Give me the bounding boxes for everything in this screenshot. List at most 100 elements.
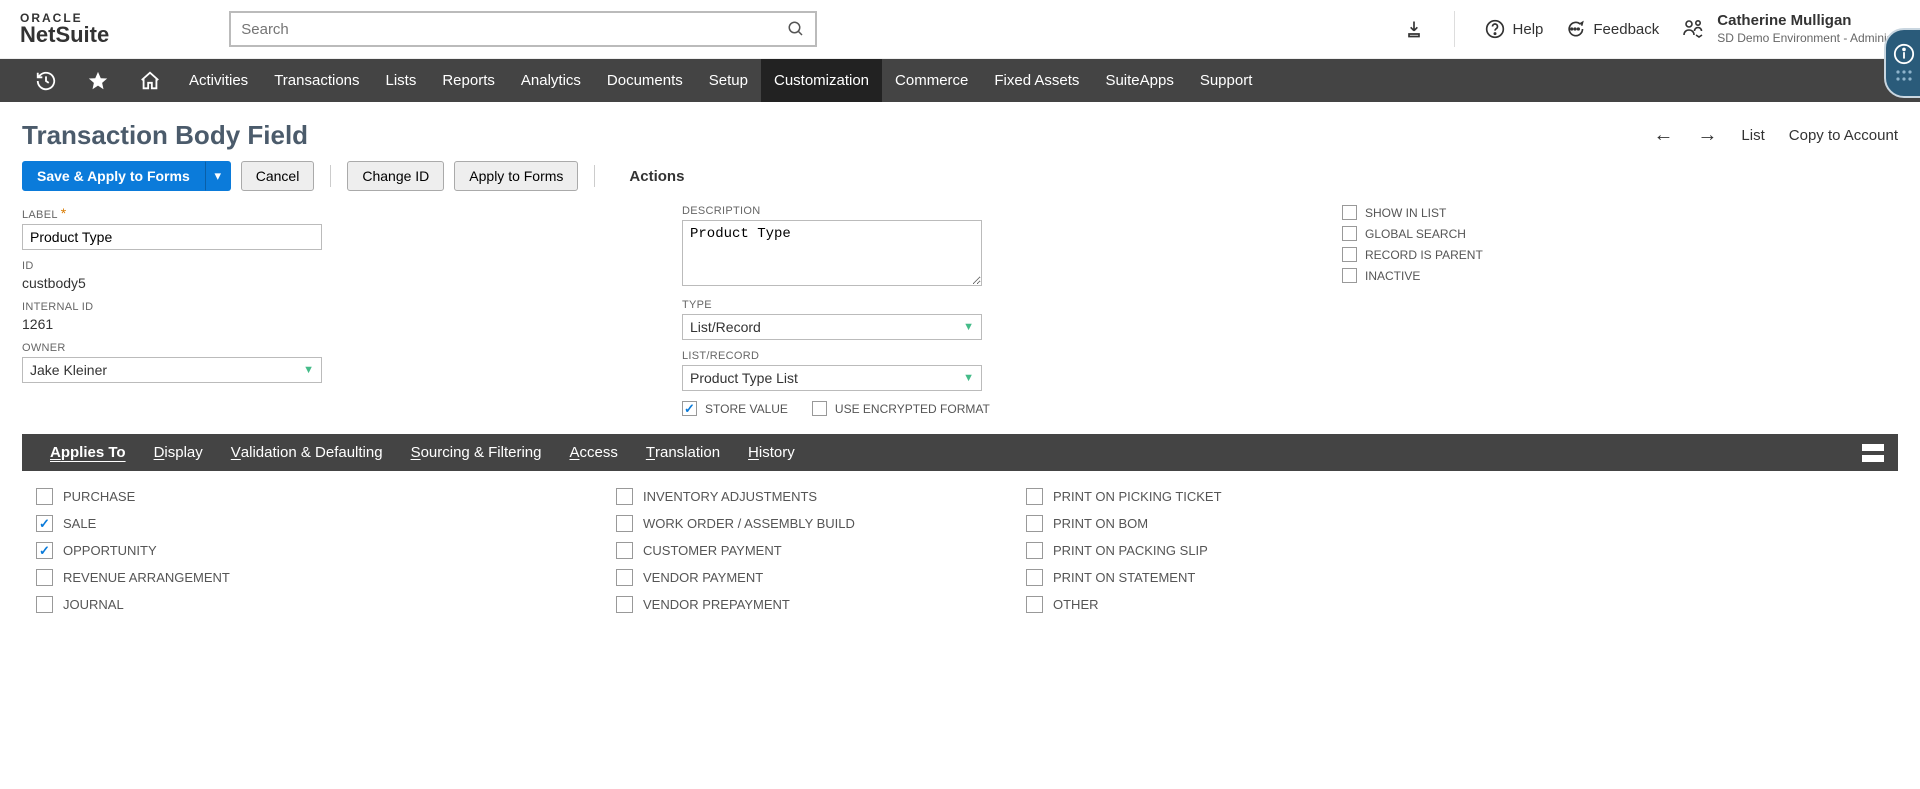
applies-row: PURCHASE [36,483,596,510]
applies-row: CUSTOMER PAYMENT [616,537,1006,564]
show-in-list-checkbox[interactable] [1342,205,1357,220]
info-icon [1893,43,1915,65]
nav-item-fixed-assets[interactable]: Fixed Assets [981,59,1092,102]
copy-to-account-link[interactable]: Copy to Account [1789,127,1898,144]
tab-translation[interactable]: Translation [632,434,734,471]
save-apply-button[interactable]: Save & Apply to Forms [22,161,205,191]
listrecord-select[interactable]: Product Type List ▼ [682,365,982,391]
prev-record-icon[interactable]: ← [1653,124,1673,147]
applies-checkbox-other[interactable] [1026,596,1043,613]
tab-access[interactable]: Access [555,434,631,471]
id-value: custbody5 [22,275,642,291]
applies-checkbox-opportunity[interactable] [36,542,53,559]
nav-item-activities[interactable]: Activities [176,59,261,102]
applies-row: PRINT ON BOM [1026,510,1898,537]
subtab-bar: Applies ToDisplayValidation & Defaulting… [22,434,1898,471]
applies-checkbox-purchase[interactable] [36,488,53,505]
applies-checkbox-customer-payment[interactable] [616,542,633,559]
nav-item-suiteapps[interactable]: SuiteApps [1092,59,1186,102]
view-toggle-icon[interactable] [1862,444,1884,462]
label-field-label: LABEL * [22,205,642,221]
owner-select[interactable]: Jake Kleiner ▼ [22,357,322,383]
feedback-link[interactable]: Feedback [1565,19,1659,39]
store-value-label: STORE VALUE [705,402,788,416]
applies-checkbox-journal[interactable] [36,596,53,613]
type-value: List/Record [690,319,761,335]
applies-checkbox-print-on-picking-ticket[interactable] [1026,488,1043,505]
feedback-icon [1565,19,1585,39]
actions-menu[interactable]: Actions [629,168,684,185]
search-input[interactable] [241,21,787,38]
change-id-button[interactable]: Change ID [347,161,444,191]
applies-checkbox-sale[interactable] [36,515,53,532]
label-input[interactable] [22,224,322,250]
nav-item-lists[interactable]: Lists [373,59,430,102]
user-menu[interactable]: Catherine Mulligan SD Demo Environment -… [1681,11,1900,46]
id-field-label: ID [22,260,642,272]
applies-label: PRINT ON PACKING SLIP [1053,543,1208,558]
type-select[interactable]: List/Record ▼ [682,314,982,340]
applies-checkbox-vendor-payment[interactable] [616,569,633,586]
page-title: Transaction Body Field [22,120,308,151]
show-in-list-label: SHOW IN LIST [1365,206,1446,220]
main-nav: ActivitiesTransactionsListsReportsAnalyt… [0,59,1920,102]
help-link[interactable]: Help [1485,19,1544,39]
list-link[interactable]: List [1741,127,1764,144]
history-icon[interactable] [20,59,72,102]
nav-item-customization[interactable]: Customization [761,59,882,102]
applies-checkbox-work-order-assembly-build[interactable] [616,515,633,532]
global-search[interactable] [229,11,817,47]
global-search-checkbox[interactable] [1342,226,1357,241]
tab-validation-defaulting[interactable]: Validation & Defaulting [217,434,397,471]
applies-checkbox-inventory-adjustments[interactable] [616,488,633,505]
tab-display[interactable]: Display [140,434,217,471]
encrypted-checkbox[interactable] [812,401,827,416]
listrecord-value: Product Type List [690,370,798,386]
home-icon[interactable] [124,59,176,102]
applies-label: CUSTOMER PAYMENT [643,543,782,558]
help-label: Help [1513,21,1544,38]
nav-item-reports[interactable]: Reports [429,59,508,102]
guided-help-widget[interactable] [1884,28,1920,98]
applies-checkbox-revenue-arrangement[interactable] [36,569,53,586]
inactive-checkbox[interactable] [1342,268,1357,283]
applies-row: PRINT ON PICKING TICKET [1026,483,1898,510]
cancel-button[interactable]: Cancel [241,161,315,191]
bookmark-icon[interactable] [1404,19,1424,39]
save-dropdown-caret-icon[interactable]: ▾ [205,161,231,191]
applies-row: SALE [36,510,596,537]
nav-item-commerce[interactable]: Commerce [882,59,981,102]
grid-dots-icon [1894,69,1914,83]
nav-item-analytics[interactable]: Analytics [508,59,594,102]
applies-checkbox-vendor-prepayment[interactable] [616,596,633,613]
logo[interactable]: ORACLE NetSuite [20,12,109,46]
tab-applies-to[interactable]: Applies To [36,434,140,471]
applies-checkbox-print-on-packing-slip[interactable] [1026,542,1043,559]
store-value-checkbox[interactable] [682,401,697,416]
tab-sourcing-filtering[interactable]: Sourcing & Filtering [397,434,556,471]
inactive-label: INACTIVE [1365,269,1420,283]
record-is-parent-checkbox[interactable] [1342,247,1357,262]
nav-item-support[interactable]: Support [1187,59,1266,102]
next-record-icon[interactable]: → [1697,124,1717,147]
description-textarea[interactable] [682,220,982,286]
search-icon[interactable] [787,20,805,38]
apply-to-forms-button[interactable]: Apply to Forms [454,161,578,191]
star-icon[interactable] [72,59,124,102]
applies-checkbox-print-on-statement[interactable] [1026,569,1043,586]
applies-row: VENDOR PAYMENT [616,564,1006,591]
tab-history[interactable]: History [734,434,809,471]
listrecord-label: LIST/RECORD [682,350,1302,362]
applies-row: PRINT ON PACKING SLIP [1026,537,1898,564]
record-is-parent-label: RECORD IS PARENT [1365,248,1483,262]
nav-item-setup[interactable]: Setup [696,59,761,102]
nav-item-documents[interactable]: Documents [594,59,696,102]
applies-to-grid: PURCHASESALEOPPORTUNITYREVENUE ARRANGEME… [0,471,1920,618]
applies-row: OTHER [1026,591,1898,618]
applies-label: OPPORTUNITY [63,543,157,558]
applies-label: OTHER [1053,597,1099,612]
owner-value: Jake Kleiner [30,362,107,378]
applies-checkbox-print-on-bom[interactable] [1026,515,1043,532]
nav-item-transactions[interactable]: Transactions [261,59,372,102]
applies-row: JOURNAL [36,591,596,618]
